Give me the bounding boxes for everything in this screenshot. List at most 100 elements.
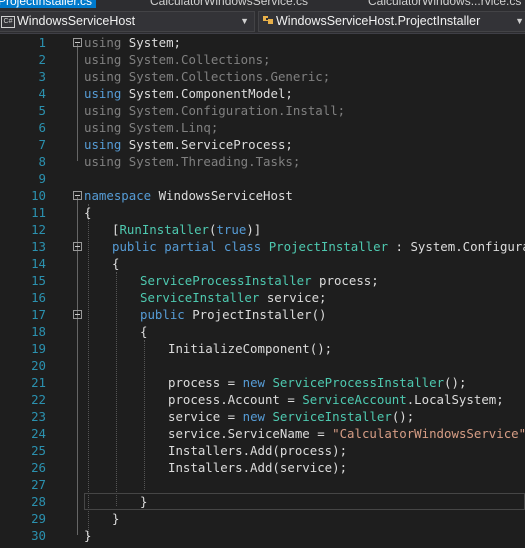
code-text: [RunInstaller(true)] xyxy=(112,222,262,237)
code-line: 23 service = new ServiceInstaller(); xyxy=(0,408,525,425)
code-line: 15 ServiceProcessInstaller process; xyxy=(0,272,525,289)
class-dropdown[interactable]: WindowsServiceHost.ProjectInstaller ▼ xyxy=(258,11,525,32)
current-code-line: 28 } xyxy=(0,493,525,510)
chevron-down-icon: ▼ xyxy=(515,16,524,26)
code-line: 13 public partial class ProjectInstaller… xyxy=(0,238,525,255)
line-number: 12 xyxy=(31,222,46,237)
code-text: ServiceProcessInstaller process; xyxy=(140,273,379,288)
code-line: 29 } xyxy=(0,510,525,527)
tab-calculatorwindowsservice-designer[interactable]: CalculatorWindows...rvice.cs xyxy=(368,0,521,8)
project-dropdown-value: WindowsServiceHost xyxy=(17,14,136,28)
code-text: public ProjectInstaller() xyxy=(140,307,327,322)
code-text: using System.Configuration.Install; xyxy=(84,103,346,118)
line-number: 3 xyxy=(38,69,46,84)
code-line: 30 } xyxy=(0,527,525,544)
line-number: 20 xyxy=(31,358,46,373)
tab-projectinstaller[interactable]: ProjectInstaller.cs xyxy=(0,0,97,8)
line-number: 15 xyxy=(31,273,46,288)
code-text: Installers.Add(service); xyxy=(168,460,348,475)
code-text: using System; xyxy=(84,35,181,50)
code-line: 4 using System.ComponentModel; xyxy=(0,85,525,102)
code-line: 21 process = new ServiceProcessInstaller… xyxy=(0,374,525,391)
current-line-highlight xyxy=(84,493,525,510)
line-number: 31 xyxy=(0,544,46,548)
line-number: 4 xyxy=(38,86,46,101)
code-text: { xyxy=(84,205,92,220)
code-line: 17 public ProjectInstaller() xyxy=(0,306,525,323)
chevron-down-icon: ▼ xyxy=(240,16,249,26)
line-number: 6 xyxy=(38,120,46,135)
csharp-file-icon: C# xyxy=(1,16,15,28)
line-number: 13 xyxy=(31,239,46,254)
code-text: { xyxy=(112,256,120,271)
line-number: 23 xyxy=(31,409,46,424)
code-line: 31 xyxy=(0,544,525,548)
code-text: using System.Collections; xyxy=(84,52,271,67)
line-number: 18 xyxy=(31,324,46,339)
tab-calculatorwindowsservice[interactable]: CalculatorWindowsService.cs xyxy=(150,0,308,8)
code-text: using System.Collections.Generic; xyxy=(84,69,331,84)
line-number: 24 xyxy=(31,426,46,441)
code-line: 24 service.ServiceName = "CalculatorWind… xyxy=(0,425,525,442)
line-number: 28 xyxy=(31,494,46,509)
code-text: service.ServiceName = "CalculatorWindows… xyxy=(168,426,525,441)
code-text: public partial class ProjectInstaller : … xyxy=(112,239,525,254)
line-number: 25 xyxy=(31,443,46,458)
line-number: 21 xyxy=(31,375,46,390)
line-number: 1 xyxy=(38,35,46,50)
collapse-icon[interactable] xyxy=(73,310,82,319)
code-line: 18 { xyxy=(0,323,525,340)
code-line: 7 using System.ServiceProcess; xyxy=(0,136,525,153)
code-text: using System.Threading.Tasks; xyxy=(84,154,301,169)
line-number: 26 xyxy=(31,460,46,475)
line-number: 2 xyxy=(38,52,46,67)
line-number: 5 xyxy=(38,103,46,118)
code-text: using System.ServiceProcess; xyxy=(84,137,293,152)
code-text: process = new ServiceProcessInstaller(); xyxy=(168,375,467,390)
code-line: 27 xyxy=(0,476,525,493)
code-line: 6 using System.Linq; xyxy=(0,119,525,136)
code-text: Installers.Add(process); xyxy=(168,443,348,458)
code-text: } xyxy=(112,511,120,526)
collapse-icon[interactable] xyxy=(73,191,82,200)
code-line: 5 using System.Configuration.Install; xyxy=(0,102,525,119)
code-line: 2 using System.Collections; xyxy=(0,51,525,68)
line-number: 10 xyxy=(31,188,46,203)
code-text: service = new ServiceInstaller(); xyxy=(168,409,415,424)
code-line: 20 xyxy=(0,357,525,374)
code-line: 16 ServiceInstaller service; xyxy=(0,289,525,306)
code-text: { xyxy=(140,324,148,339)
class-dropdown-value: WindowsServiceHost.ProjectInstaller xyxy=(276,14,481,28)
code-text: namespace WindowsServiceHost xyxy=(84,188,293,203)
line-number: 14 xyxy=(31,256,46,271)
line-number: 16 xyxy=(31,290,46,305)
class-icon xyxy=(263,16,273,24)
navigation-bar: C# WindowsServiceHost ▼ WindowsServiceHo… xyxy=(0,8,525,34)
code-text: } xyxy=(140,494,148,509)
code-line: 3 using System.Collections.Generic; xyxy=(0,68,525,85)
code-text: InitializeComponent(); xyxy=(168,341,333,356)
code-line: 11 { xyxy=(0,204,525,221)
collapse-icon[interactable] xyxy=(73,38,82,47)
line-number: 7 xyxy=(38,137,46,152)
line-number: 30 xyxy=(31,528,46,543)
code-text: ServiceInstaller service; xyxy=(140,290,327,305)
line-number: 27 xyxy=(31,477,46,492)
tab-label: CalculatorWindowsService.cs xyxy=(150,0,309,8)
tab-label: ProjectInstaller.cs xyxy=(0,0,93,8)
line-number: 29 xyxy=(31,511,46,526)
line-number: 9 xyxy=(38,171,46,186)
code-line: 14 { xyxy=(0,255,525,272)
code-line: 25 Installers.Add(process); xyxy=(0,442,525,459)
tab-label: CalculatorWindows...rvice.cs xyxy=(368,0,522,8)
code-editor[interactable]: 1 using System; 2 using System.Collectio… xyxy=(0,34,525,548)
code-line: 9 xyxy=(0,170,525,187)
line-number: 11 xyxy=(31,205,46,220)
code-text: } xyxy=(84,528,92,543)
line-number: 22 xyxy=(31,392,46,407)
line-number: 8 xyxy=(38,154,46,169)
project-dropdown[interactable]: C# WindowsServiceHost ▼ xyxy=(0,11,255,32)
collapse-icon[interactable] xyxy=(73,242,82,251)
code-text: using System.Linq; xyxy=(84,120,219,135)
code-text: using System.ComponentModel; xyxy=(84,86,293,101)
